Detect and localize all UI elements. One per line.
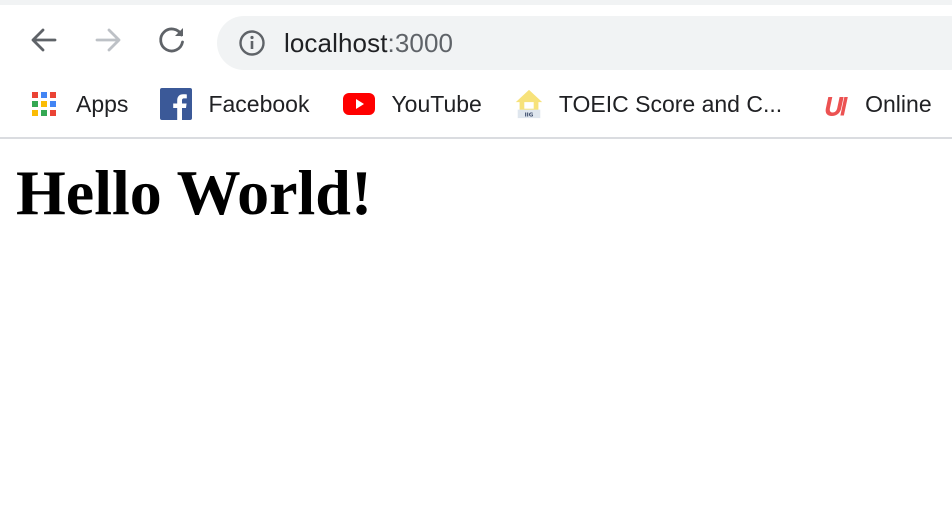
bookmark-apps[interactable]: Apps <box>28 84 128 124</box>
bookmark-facebook-label: Facebook <box>208 90 310 117</box>
bookmark-toeic[interactable]: IIG TOEIC Score and C... <box>513 84 782 124</box>
back-button[interactable] <box>29 25 59 55</box>
browser-toolbar: localhost:3000 <box>0 5 952 71</box>
facebook-icon <box>160 88 193 120</box>
bookmark-youtube[interactable]: YouTube <box>343 84 482 124</box>
page-content: Hello World! <box>0 157 952 229</box>
udemy-icon <box>819 88 851 120</box>
bookmarks-bar: Apps Facebook YouTube IIG TOEIC Score an… <box>0 71 952 139</box>
toeic-icon: IIG <box>513 88 545 120</box>
arrow-right-icon <box>95 28 121 52</box>
reload-icon <box>159 27 184 53</box>
bookmark-facebook[interactable]: Facebook <box>160 84 309 124</box>
svg-text:IIG: IIG <box>524 113 533 119</box>
reload-button[interactable] <box>157 25 187 55</box>
youtube-icon <box>343 88 376 120</box>
info-icon[interactable] <box>238 29 266 57</box>
bookmark-youtube-label: YouTube <box>391 90 482 117</box>
forward-button[interactable] <box>93 25 123 55</box>
arrow-left-icon <box>31 28 57 52</box>
bookmark-toeic-label: TOEIC Score and C... <box>558 90 783 117</box>
browser-window: localhost:3000 Apps Facebook YouTube IIG… <box>0 0 952 522</box>
url-host: localhost <box>284 27 388 58</box>
url-text[interactable]: localhost:3000 <box>284 28 453 59</box>
bookmark-online[interactable]: Online <box>819 84 932 124</box>
page-heading: Hello World! <box>16 157 373 228</box>
apps-grid-icon <box>28 88 60 120</box>
address-bar[interactable]: localhost:3000 <box>217 16 952 70</box>
bookmark-online-label: Online <box>865 90 932 117</box>
url-port: :3000 <box>387 27 454 58</box>
bookmark-apps-label: Apps <box>76 90 129 117</box>
